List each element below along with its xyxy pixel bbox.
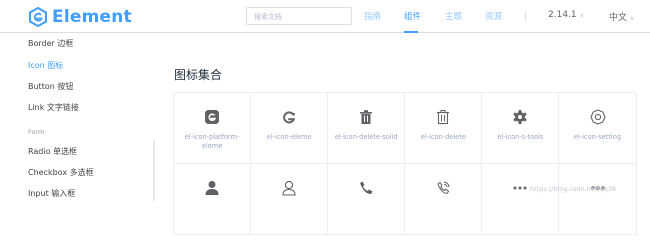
more-solid-icon bbox=[513, 186, 527, 190]
sidebar-item-border[interactable]: Border 边框 bbox=[28, 38, 73, 49]
user-outline-icon bbox=[282, 180, 296, 196]
icon-cell-s-tools[interactable]: el-icon-s-tools bbox=[482, 93, 560, 164]
element-ui-mark-icon bbox=[283, 111, 296, 124]
language-dropdown[interactable]: 中文 ∨ bbox=[609, 10, 634, 23]
icon-cell-delete-solid[interactable]: el-icon-delete-solid bbox=[328, 93, 406, 164]
phone-solid-icon bbox=[360, 181, 373, 194]
icon-cell-platform-eleme[interactable]: el-icon-platform-eleme bbox=[174, 93, 252, 164]
sidebar-scrollbar[interactable] bbox=[153, 140, 155, 201]
sidebar-item-radio[interactable]: Radio 单选框 bbox=[28, 146, 77, 157]
chevron-down-icon: ∨ bbox=[630, 15, 635, 22]
icon-class-name: el-icon-setting bbox=[573, 133, 622, 141]
sidebar-item-input[interactable]: Input 输入框 bbox=[28, 188, 75, 199]
sidebar-item-checkbox[interactable]: Checkbox 多选框 bbox=[28, 167, 94, 178]
sidebar-item-icon[interactable]: Icon 图标 bbox=[28, 60, 63, 71]
version-label: 2.14.1 bbox=[548, 10, 577, 20]
icon-class-name: el-icon-delete bbox=[420, 133, 466, 141]
nav-theme[interactable]: 主题 bbox=[445, 10, 462, 22]
delete-solid-icon bbox=[360, 110, 373, 124]
version-dropdown[interactable]: 2.14.1 ∨ bbox=[548, 10, 584, 20]
icon-grid-row bbox=[174, 164, 637, 235]
icon-cell-more-outline[interactable] bbox=[559, 164, 637, 235]
icon-grid: el-icon-platform-eleme el-icon-eleme el-… bbox=[173, 92, 637, 235]
gear-solid-icon bbox=[513, 110, 527, 124]
language-label: 中文 bbox=[609, 13, 628, 23]
icon-cell-phone-outline[interactable] bbox=[405, 164, 483, 235]
nav-active-indicator bbox=[404, 31, 418, 33]
element-logo-icon bbox=[29, 7, 47, 27]
icon-cell-setting[interactable]: el-icon-setting bbox=[559, 93, 637, 164]
user-solid-icon bbox=[205, 181, 219, 195]
sidebar-item-link[interactable]: Link 文字链接 bbox=[28, 102, 79, 113]
delete-outline-icon bbox=[437, 110, 450, 125]
sidebar-item-button[interactable]: Button 按钮 bbox=[28, 81, 73, 92]
nav-guide[interactable]: 指南 bbox=[364, 10, 381, 22]
sidebar-group-form: Form bbox=[28, 128, 45, 136]
logo-text: Element bbox=[52, 7, 132, 27]
phone-outline-icon bbox=[437, 181, 450, 194]
search-input[interactable]: 搜索文档 bbox=[246, 7, 352, 25]
watermark: https://blog.csdn.net/qq36 bbox=[530, 185, 617, 193]
nav-components[interactable]: 组件 bbox=[404, 10, 421, 22]
icon-cell-user[interactable] bbox=[251, 164, 329, 235]
icon-class-name: el-icon-s-tools bbox=[497, 133, 544, 141]
element-logo[interactable]: Element bbox=[28, 6, 132, 28]
icon-cell-phone-solid[interactable] bbox=[328, 164, 406, 235]
top-header: Element 搜索文档 指南 组件 主题 资源 2.14.1 ∨ 中文 ∨ bbox=[0, 0, 650, 33]
icon-cell-delete[interactable]: el-icon-delete bbox=[405, 93, 483, 164]
element-ui-logo-icon bbox=[205, 110, 220, 124]
section-title: 图标集合 bbox=[174, 68, 223, 82]
icon-class-name: el-icon-platform-eleme bbox=[184, 133, 240, 150]
icon-cell-eleme[interactable]: el-icon-eleme bbox=[251, 93, 329, 164]
icon-cell-more[interactable] bbox=[482, 164, 560, 235]
icon-grid-row: el-icon-platform-eleme el-icon-eleme el-… bbox=[174, 93, 637, 164]
nav-resources[interactable]: 资源 bbox=[485, 10, 502, 22]
icon-cell-user-solid[interactable] bbox=[174, 164, 252, 235]
chevron-down-icon: ∨ bbox=[579, 12, 585, 19]
gear-outline-icon bbox=[589, 109, 606, 125]
icon-class-name: el-icon-delete-solid bbox=[334, 133, 398, 141]
icon-class-name: el-icon-eleme bbox=[266, 133, 312, 141]
nav-divider bbox=[525, 11, 526, 22]
